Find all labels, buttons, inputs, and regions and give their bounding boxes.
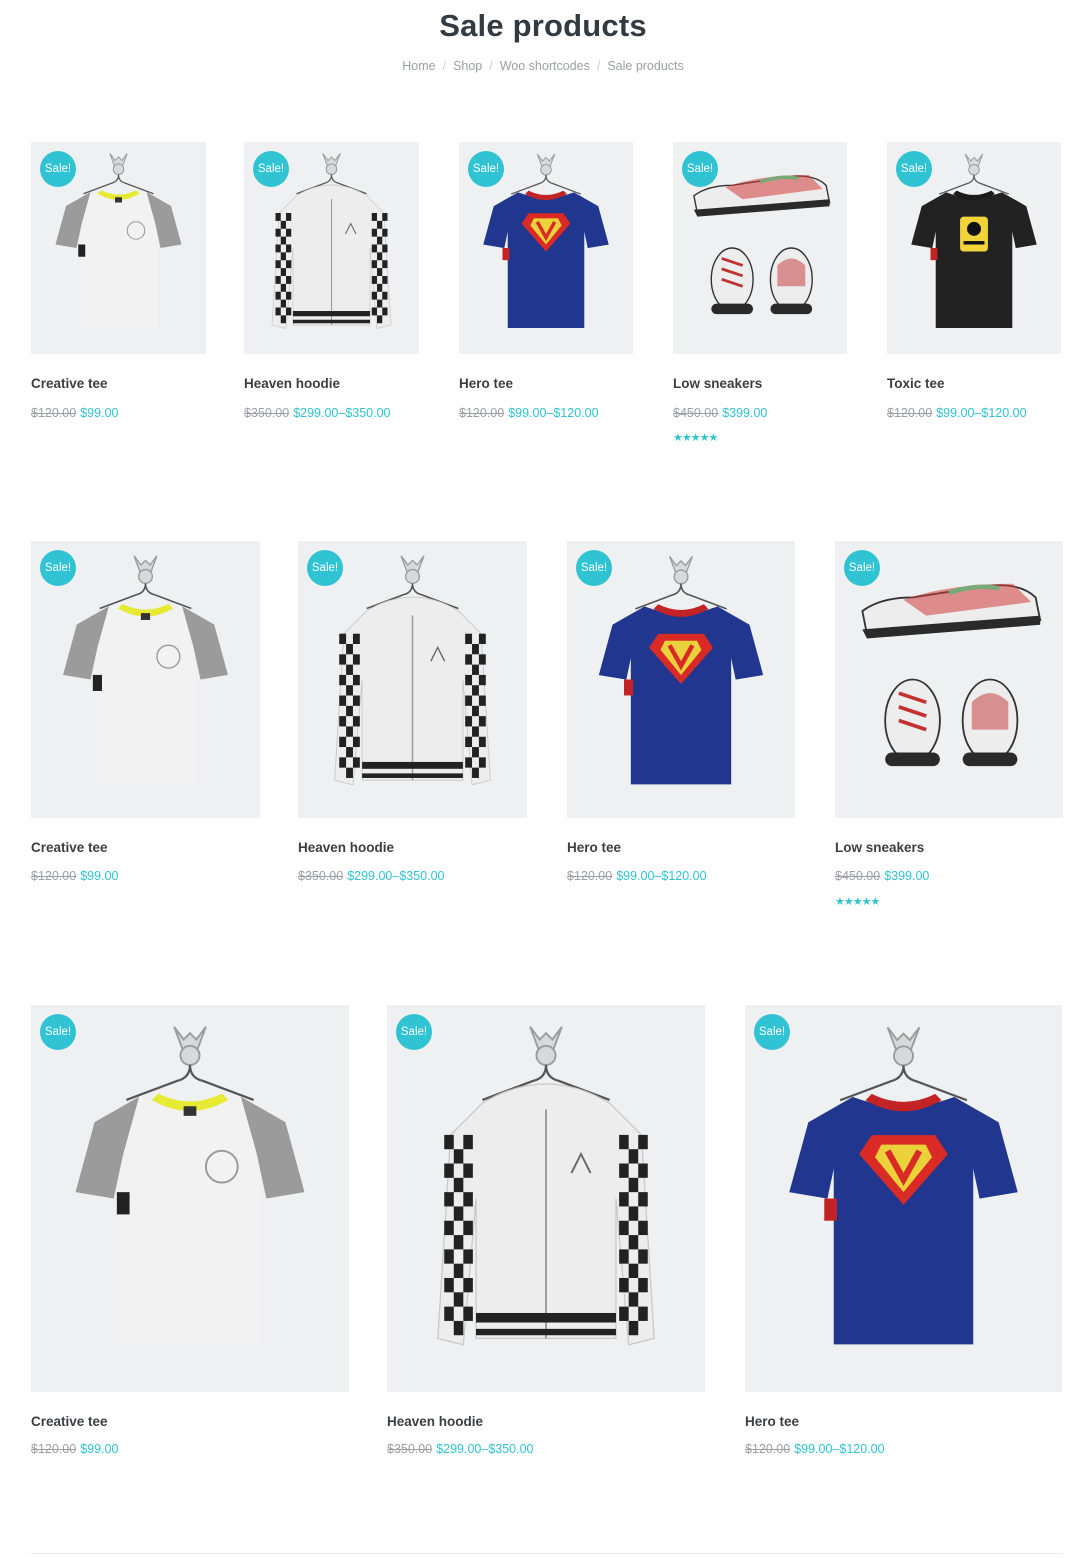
sale-badge: Sale! [253, 151, 289, 187]
original-price: $120.00 [459, 406, 505, 420]
sale-price: $299.00–$350.00 [436, 1442, 534, 1456]
product-title[interactable]: Heaven hoodie [244, 376, 340, 391]
sale-price: $99.00–$120.00 [794, 1442, 885, 1456]
blue-hero-tee-icon [789, 1026, 1018, 1345]
sale-badge: Sale! [40, 1014, 76, 1050]
original-price: $120.00 [887, 406, 933, 420]
breadcrumb-shop[interactable]: Shop [453, 59, 482, 73]
white-hoodie-checkered-sleeves-icon [437, 1026, 655, 1346]
product-price: $350.00 $299.00–$350.00 [387, 1442, 534, 1456]
product-title[interactable]: Hero tee [745, 1414, 799, 1429]
product-price: $120.00 $99.00–$120.00 [459, 406, 599, 420]
sale-badge: Sale! [576, 550, 612, 586]
product-title[interactable]: Heaven hoodie [387, 1414, 483, 1429]
original-price: $350.00 [387, 1442, 433, 1456]
sale-badge: Sale! [396, 1014, 432, 1050]
original-price: $350.00 [244, 406, 290, 420]
sale-price: $299.00–$350.00 [347, 869, 445, 883]
product-title[interactable]: Toxic tee [887, 376, 945, 391]
product-price: $120.00 $99.00–$120.00 [567, 869, 707, 883]
breadcrumb-separator: / [489, 59, 493, 73]
product-title[interactable]: Hero tee [567, 840, 621, 855]
breadcrumb-woo-shortcodes[interactable]: Woo shortcodes [500, 59, 590, 73]
breadcrumb: Home / Shop / Woo shortcodes / Sale products [0, 59, 1086, 73]
product-image[interactable] [745, 1005, 1062, 1392]
sale-price: $99.00–$120.00 [508, 406, 599, 420]
product-price: $120.00 $99.00–$120.00 [887, 406, 1027, 420]
product-title[interactable]: Heaven hoodie [298, 840, 394, 855]
original-price: $120.00 [745, 1442, 791, 1456]
divider [31, 1553, 1063, 1554]
product-title[interactable]: Hero tee [459, 376, 513, 391]
sale-badge: Sale! [682, 151, 718, 187]
sale-price: $399.00 [722, 406, 768, 420]
product-price: $120.00 $99.00 [31, 869, 118, 883]
product-price: $450.00 $399.00 [835, 869, 929, 883]
breadcrumb-current: Sale products [607, 59, 684, 73]
breadcrumb-separator: / [596, 59, 601, 73]
product-price: $120.00 $99.00 [31, 406, 118, 420]
sale-price: $99.00 [80, 406, 119, 420]
product-title[interactable]: Low sneakers [835, 840, 924, 855]
page-title: Sale products [439, 8, 647, 43]
white-tee-gray-sleeves-icon [75, 1026, 305, 1345]
sale-price: $99.00–$120.00 [936, 406, 1027, 420]
breadcrumb-separator: / [442, 59, 447, 73]
sale-badge: Sale! [307, 550, 343, 586]
original-price: $450.00 [835, 869, 881, 883]
product-image[interactable] [387, 1005, 705, 1392]
star-rating: ★★★★★ [673, 432, 718, 444]
sale-badge: Sale! [754, 1014, 790, 1050]
sale-badge: Sale! [468, 151, 504, 187]
product-title[interactable]: Creative tee [31, 840, 108, 855]
original-price: $350.00 [298, 869, 344, 883]
product-price: $120.00 $99.00–$120.00 [745, 1442, 885, 1456]
product-price: $350.00 $299.00–$350.00 [244, 406, 391, 420]
sale-badge: Sale! [844, 550, 880, 586]
original-price: $120.00 [567, 869, 613, 883]
sale-badge: Sale! [896, 151, 932, 187]
product-title[interactable]: Creative tee [31, 376, 108, 391]
sale-badge: Sale! [40, 151, 76, 187]
product-image[interactable] [31, 1005, 349, 1392]
star-rating: ★★★★★ [835, 896, 880, 908]
sale-badge: Sale! [40, 550, 76, 586]
original-price: $120.00 [31, 406, 77, 420]
sale-price: $299.00–$350.00 [293, 406, 391, 420]
product-price: $350.00 $299.00–$350.00 [298, 869, 445, 883]
product-title[interactable]: Low sneakers [673, 376, 762, 391]
sale-price: $399.00 [884, 869, 930, 883]
product-price: $450.00 $399.00 [673, 406, 767, 420]
breadcrumb-home[interactable]: Home [402, 59, 435, 73]
sale-price: $99.00 [80, 1442, 119, 1456]
original-price: $450.00 [673, 406, 719, 420]
sale-price: $99.00–$120.00 [616, 869, 707, 883]
original-price: $120.00 [31, 869, 77, 883]
product-title[interactable]: Creative tee [31, 1414, 108, 1429]
sale-price: $99.00 [80, 869, 119, 883]
original-price: $120.00 [31, 1442, 77, 1456]
product-price: $120.00 $99.00 [31, 1442, 118, 1456]
